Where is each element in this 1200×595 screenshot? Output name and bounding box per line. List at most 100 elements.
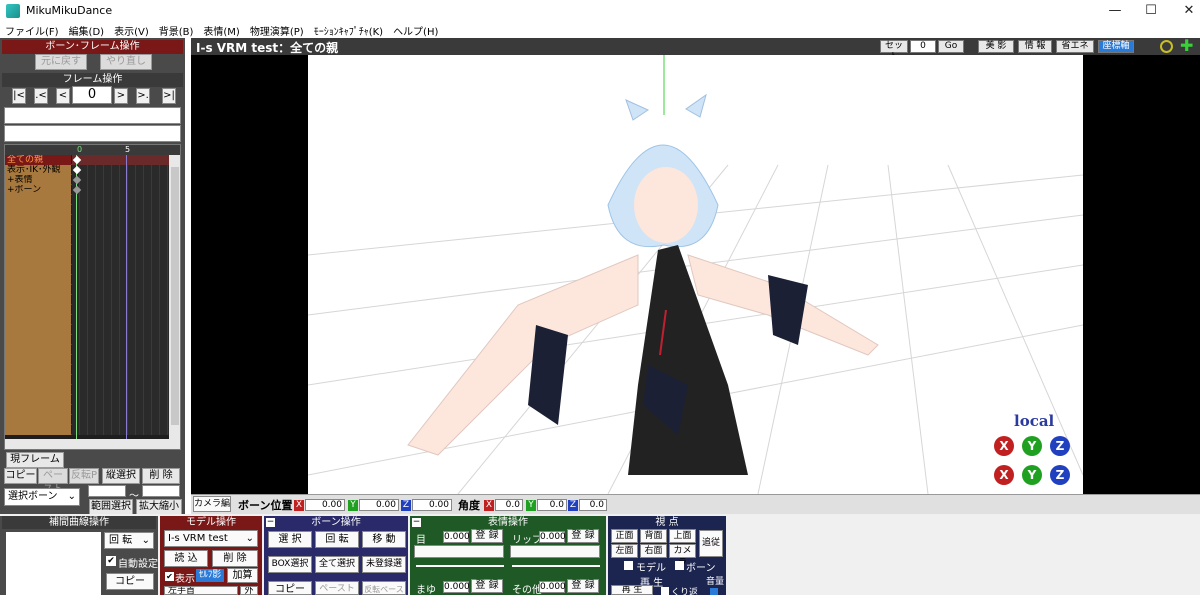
timeline-vscrollbar[interactable] bbox=[169, 155, 180, 439]
timeline-empty-row[interactable] bbox=[5, 345, 169, 355]
close-button[interactable]: ✕ bbox=[1166, 0, 1200, 22]
model-select-dropdown[interactable]: I-s VRM test ⌄ bbox=[164, 530, 258, 547]
timeline-empty-row[interactable] bbox=[5, 255, 169, 265]
delete-frame-button[interactable]: 削 除 bbox=[142, 468, 180, 484]
timeline-empty-row[interactable] bbox=[5, 365, 169, 375]
reverse-paste-button[interactable]: 反転P bbox=[69, 468, 99, 484]
menu-physics[interactable]: 物理演算(P) bbox=[245, 22, 309, 38]
last-frame-button[interactable]: >| bbox=[162, 88, 176, 104]
timeline-empty-row[interactable] bbox=[5, 305, 169, 315]
model-load-button[interactable]: 読 込 bbox=[164, 550, 208, 567]
current-frame-button[interactable]: 現フレーム bbox=[6, 452, 64, 468]
info-button[interactable]: 情 報 bbox=[1018, 40, 1052, 53]
model-delete-button[interactable]: 削 除 bbox=[212, 550, 258, 567]
menu-edit[interactable]: 編集(D) bbox=[64, 22, 110, 38]
bone-move-button[interactable]: 移 動 bbox=[362, 531, 406, 548]
play-button[interactable]: 再 生 bbox=[611, 585, 653, 595]
timeline-empty-row[interactable] bbox=[5, 285, 169, 295]
interp-type-dropdown[interactable]: 回 転 ⌄ bbox=[104, 532, 154, 549]
view-right-button[interactable]: 右面 bbox=[640, 544, 667, 558]
timeline-empty-row[interactable] bbox=[5, 195, 169, 205]
camera-edit-button[interactable]: カメラ編 bbox=[193, 496, 231, 512]
beauty-shadow-button[interactable]: 美 影 bbox=[978, 40, 1014, 53]
eye-register-button[interactable]: 登 録 bbox=[471, 529, 503, 543]
view-back-button[interactable]: 背面 bbox=[640, 529, 667, 543]
rotate-z-icon[interactable]: Z bbox=[1050, 436, 1070, 456]
ang-z-input[interactable]: 0.0 bbox=[579, 499, 607, 511]
volume-slider[interactable] bbox=[710, 588, 718, 595]
additive-button[interactable]: 加算 bbox=[227, 568, 258, 583]
timeline-row[interactable]: +ボーン bbox=[5, 185, 169, 195]
timeline-empty-row[interactable] bbox=[5, 325, 169, 335]
model-show-checkbox[interactable]: ✔ bbox=[165, 572, 174, 581]
auto-set-checkbox[interactable]: ✔ bbox=[106, 556, 116, 566]
outside-parent-dropdown[interactable]: 左手首 bbox=[164, 586, 238, 595]
move-x-icon[interactable]: X bbox=[994, 465, 1014, 485]
unregistered-select-button[interactable]: 未登録選 bbox=[362, 556, 406, 573]
lip-morph-dropdown[interactable] bbox=[510, 545, 600, 558]
timeline-empty-row[interactable] bbox=[5, 355, 169, 365]
select-bone-dropdown[interactable]: 選択ボーン ⌄ bbox=[4, 488, 80, 506]
timeline-empty-row[interactable] bbox=[5, 405, 169, 415]
eco-button[interactable]: 省エネ bbox=[1056, 40, 1094, 53]
copy-frame-button[interactable]: コピー bbox=[4, 468, 37, 484]
next-frame-button[interactable]: > bbox=[114, 88, 128, 104]
loop-checkbox[interactable] bbox=[661, 587, 669, 595]
timeline-empty-row[interactable] bbox=[5, 205, 169, 215]
frame-info-field-1[interactable] bbox=[4, 107, 181, 124]
timeline-empty-row[interactable] bbox=[5, 395, 169, 405]
timeline-empty-row[interactable] bbox=[5, 235, 169, 245]
self-shadow-toggle[interactable]: ｾﾙﾌ影 bbox=[196, 569, 224, 582]
range-start-input[interactable] bbox=[88, 485, 126, 497]
ang-x-input[interactable]: 0.0 bbox=[495, 499, 523, 511]
ang-y-input[interactable]: 0.0 bbox=[537, 499, 567, 511]
interp-curve-area[interactable] bbox=[6, 532, 101, 595]
zoom-button[interactable]: 拡大縮小 bbox=[136, 499, 182, 515]
menu-motion-capture[interactable]: ﾓｰｼｮﾝｷｬﾌﾟﾁｬ(K) bbox=[309, 22, 388, 38]
pos-x-input[interactable]: 0.00 bbox=[305, 499, 345, 511]
bone-paste-button[interactable]: ペースト bbox=[315, 581, 359, 595]
bone-radio[interactable] bbox=[675, 561, 684, 570]
brow-value-input[interactable]: 0.000 bbox=[443, 581, 470, 593]
pos-z-input[interactable]: 0.00 bbox=[412, 499, 452, 511]
redo-button[interactable]: やり直し bbox=[100, 54, 152, 70]
timeline-empty-row[interactable] bbox=[5, 225, 169, 235]
prev-frame-button[interactable]: < bbox=[56, 88, 70, 104]
frame-number-input[interactable]: 0 bbox=[72, 86, 112, 104]
eye-value-input[interactable]: 0.000 bbox=[443, 531, 470, 543]
move-y-icon[interactable]: Y bbox=[1022, 465, 1042, 485]
view-front-button[interactable]: 正面 bbox=[611, 529, 638, 543]
timeline[interactable]: 0 5 全ての親 表示･IK･外観 +表情 +ボーン bbox=[4, 144, 181, 450]
other-register-button[interactable]: 登 録 bbox=[567, 579, 599, 593]
lip-slider[interactable] bbox=[512, 565, 600, 567]
brow-register-button[interactable]: 登 録 bbox=[471, 579, 503, 593]
timeline-hscrollbar[interactable] bbox=[5, 439, 180, 449]
bone-reverse-paste-button[interactable]: 反転ペースト bbox=[362, 581, 406, 595]
eye-slider[interactable] bbox=[416, 565, 504, 567]
first-frame-button[interactable]: |< bbox=[12, 88, 26, 104]
view-top-button[interactable]: 上面 bbox=[669, 529, 696, 543]
range-end-input[interactable] bbox=[142, 485, 180, 497]
view-camera-button[interactable]: カメラ bbox=[669, 544, 696, 568]
menu-expression[interactable]: 表情(M) bbox=[198, 22, 244, 38]
follow-button[interactable]: 追従 bbox=[699, 530, 723, 557]
prev-key-button[interactable]: .< bbox=[34, 88, 48, 104]
collapse-icon[interactable]: − bbox=[412, 518, 421, 527]
menu-help[interactable]: ヘルプ(H) bbox=[388, 22, 443, 38]
undo-button[interactable]: 元に戻す bbox=[35, 54, 87, 70]
timeline-empty-row[interactable] bbox=[5, 315, 169, 325]
paste-frame-button[interactable]: ペースト bbox=[38, 468, 68, 495]
bone-copy-button[interactable]: コピー bbox=[268, 581, 312, 595]
timeline-empty-row[interactable] bbox=[5, 265, 169, 275]
model-radio[interactable] bbox=[624, 561, 633, 570]
timeline-empty-row[interactable] bbox=[5, 245, 169, 255]
bone-rotate-button[interactable]: 回 転 bbox=[315, 531, 359, 548]
timeline-row[interactable]: +表情 bbox=[5, 175, 169, 185]
timeline-row[interactable]: 全ての親 bbox=[5, 155, 169, 165]
frame-info-field-2[interactable] bbox=[4, 125, 181, 142]
eye-morph-dropdown[interactable] bbox=[414, 545, 504, 558]
next-key-button[interactable]: >. bbox=[136, 88, 150, 104]
timeline-empty-row[interactable] bbox=[5, 375, 169, 385]
move-view-icon[interactable]: ✚ bbox=[1180, 38, 1193, 54]
move-z-icon[interactable]: Z bbox=[1050, 465, 1070, 485]
